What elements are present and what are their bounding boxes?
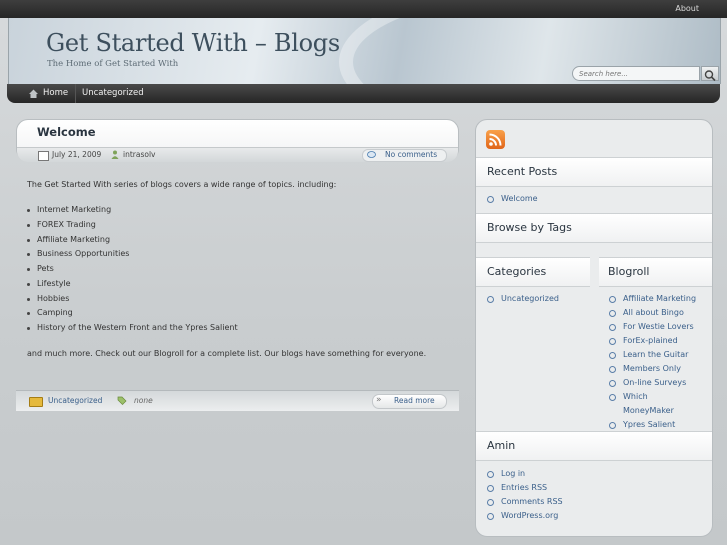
site-title[interactable]: Get Started With – Blogs bbox=[46, 29, 340, 57]
comments-label: No comments bbox=[385, 150, 438, 159]
categories-list: Uncategorized bbox=[487, 292, 559, 306]
post-author[interactable]: intrasolv bbox=[123, 150, 155, 159]
browse-tags-title: Browse by Tags bbox=[487, 221, 572, 234]
blogroll-title: Blogroll bbox=[608, 265, 650, 278]
list-item[interactable]: Welcome bbox=[487, 192, 538, 206]
post-title[interactable]: Welcome bbox=[37, 125, 96, 139]
list-item[interactable]: Comments RSS bbox=[487, 495, 563, 509]
post-intro: The Get Started With series of blogs cov… bbox=[27, 180, 337, 189]
admin-title: Amin bbox=[487, 439, 516, 452]
list-item: Pets bbox=[27, 264, 238, 279]
list-item[interactable]: WordPress.org bbox=[487, 509, 563, 523]
list-item: Hobbies bbox=[27, 294, 238, 309]
search-input[interactable] bbox=[572, 66, 700, 81]
rss-icon[interactable] bbox=[486, 130, 505, 149]
main-nav: Home Uncategorized bbox=[7, 84, 720, 103]
list-item[interactable]: Members Only bbox=[609, 362, 696, 376]
categories-title: Categories bbox=[487, 265, 547, 278]
user-icon bbox=[111, 150, 119, 159]
list-item[interactable]: Affiliate Marketing bbox=[609, 292, 696, 306]
post-outro: and much more. Check out our Blogroll fo… bbox=[27, 349, 427, 358]
post-footer: Uncategorized none » Read more bbox=[16, 390, 459, 411]
recent-posts-header: Recent Posts bbox=[476, 157, 712, 187]
list-item[interactable]: ForEx-plained bbox=[609, 334, 696, 348]
post-header: Welcome July 21, 2009 intrasolv No comme… bbox=[16, 119, 459, 162]
post-meta: July 21, 2009 intrasolv No comments bbox=[17, 147, 458, 162]
post-category-link[interactable]: Uncategorized bbox=[48, 396, 102, 405]
nav-home-label: Home bbox=[43, 88, 69, 98]
home-icon bbox=[29, 89, 38, 98]
calendar-icon bbox=[38, 151, 49, 161]
rss-glyph-icon bbox=[489, 133, 502, 146]
admin-header: Amin bbox=[476, 431, 712, 461]
about-link[interactable]: About bbox=[675, 4, 699, 13]
list-item: FOREX Trading bbox=[27, 220, 238, 235]
list-item[interactable]: For Westie Lovers bbox=[609, 320, 696, 334]
list-item[interactable]: MoneyMaker bbox=[609, 404, 696, 418]
top-bar: About bbox=[0, 0, 727, 18]
list-item[interactable]: All about Bingo bbox=[609, 306, 696, 320]
search-button[interactable] bbox=[701, 66, 719, 82]
recent-posts-title: Recent Posts bbox=[487, 165, 558, 178]
browse-tags-header: Browse by Tags bbox=[476, 213, 712, 243]
sidebar: Recent Posts Welcome Browse by Tags Cate… bbox=[475, 119, 713, 537]
list-item[interactable]: Entries RSS bbox=[487, 481, 563, 495]
folder-icon bbox=[29, 397, 43, 407]
list-item: Lifestyle bbox=[27, 279, 238, 294]
list-item: Business Opportunities bbox=[27, 249, 238, 264]
site-header: Get Started With – Blogs The Home of Get… bbox=[8, 18, 721, 84]
read-more-button[interactable]: » Read more bbox=[372, 394, 447, 409]
admin-list: Log in Entries RSS Comments RSS WordPres… bbox=[487, 467, 563, 523]
list-item[interactable]: Uncategorized bbox=[487, 292, 559, 306]
list-item[interactable]: On-line Surveys bbox=[609, 376, 696, 390]
list-item[interactable]: Which bbox=[609, 390, 696, 404]
list-item: Affiliate Marketing bbox=[27, 235, 238, 250]
nav-item-uncategorized[interactable]: Uncategorized bbox=[75, 84, 150, 103]
list-item[interactable]: Ypres Salient bbox=[609, 418, 696, 432]
list-item: Internet Marketing bbox=[27, 205, 238, 220]
list-item: Camping bbox=[27, 308, 238, 323]
comments-link[interactable]: No comments bbox=[362, 149, 447, 162]
read-more-label: Read more bbox=[394, 396, 435, 405]
search-icon bbox=[704, 70, 716, 82]
blogroll-header: Blogroll bbox=[599, 257, 712, 287]
list-item[interactable]: Learn the Guitar bbox=[609, 348, 696, 362]
topic-list: Internet Marketing FOREX Trading Affilia… bbox=[27, 205, 238, 338]
categories-header: Categories bbox=[476, 257, 590, 287]
comment-icon bbox=[367, 151, 376, 158]
nav-item-home[interactable]: Home bbox=[21, 84, 68, 103]
list-item[interactable]: Log in bbox=[487, 467, 563, 481]
post-date: July 21, 2009 bbox=[52, 150, 102, 159]
post-tags: none bbox=[134, 396, 153, 405]
search-box bbox=[572, 66, 719, 83]
list-item: History of the Western Front and the Ypr… bbox=[27, 323, 238, 338]
site-description: The Home of Get Started With bbox=[47, 59, 179, 69]
double-chevron-icon: » bbox=[376, 395, 382, 405]
blogroll-list: Affiliate Marketing All about Bingo For … bbox=[609, 292, 696, 432]
recent-posts-list: Welcome bbox=[487, 192, 538, 206]
tag-icon bbox=[117, 396, 127, 405]
